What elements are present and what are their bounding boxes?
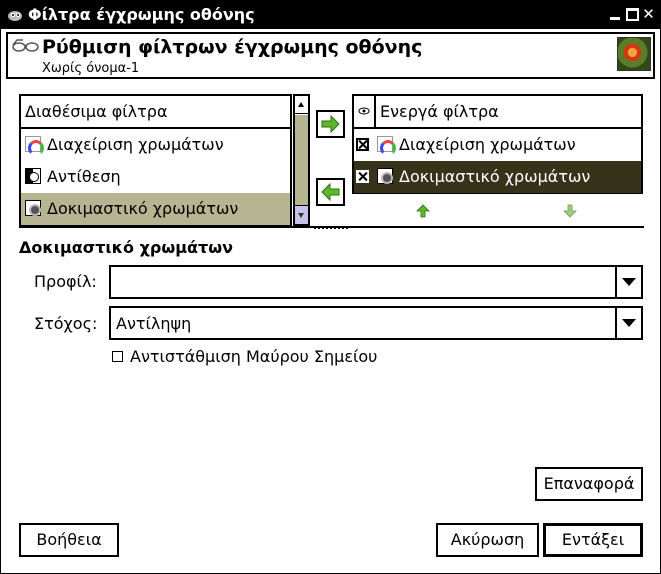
maximize-button[interactable] [626, 8, 639, 21]
close-button[interactable]: ✕ [642, 7, 655, 22]
image-thumbnail [617, 37, 651, 71]
scroll-thumb[interactable] [295, 115, 308, 205]
list-item-label: Δοκιμαστικό χρωμάτων [399, 167, 591, 186]
proof-icon [25, 200, 41, 216]
arrow-right-icon [321, 114, 340, 134]
list-item-selected[interactable]: Δοκιμαστικό χρωμάτων [21, 193, 290, 225]
available-filters-list[interactable]: Διαθέσιμα φίλτρα Διαχείριση χρωμάτων Αντ… [19, 94, 292, 226]
move-up-icon[interactable] [416, 204, 430, 218]
list-item-label: Δοκιμαστικό χρωμάτων [47, 199, 239, 218]
intent-select[interactable]: Αντίληψη [109, 306, 643, 340]
chevron-down-icon[interactable] [615, 308, 641, 338]
contrast-icon [25, 168, 41, 184]
list-item-label: Διαχείριση χρωμάτων [399, 135, 576, 154]
active-filters-heading[interactable]: Ενεργά φίλτρα [376, 102, 499, 121]
scroll-up-arrow[interactable] [295, 96, 308, 114]
enabled-checkbox[interactable] [356, 170, 369, 183]
add-filter-button[interactable] [316, 110, 345, 138]
dialog-window: Φίλτρα έγχρωμης οθόνης ✕ Ρύθμιση φίλτρων… [0, 0, 661, 574]
list-item[interactable]: Διαχείριση χρωμάτων [21, 129, 290, 161]
available-filters-heading[interactable]: Διαθέσιμα φίλτρα [21, 96, 290, 129]
window-title: Φίλτρα έγχρωμης οθόνης [28, 5, 255, 24]
eye-icon[interactable] [354, 96, 376, 127]
list-item-selected[interactable]: Δοκιμαστικό χρωμάτων [354, 161, 641, 193]
cancel-button[interactable]: Ακύρωση [436, 523, 539, 557]
list-item-label: Διαχείριση χρωμάτων [47, 135, 224, 154]
pane-resize-grip[interactable] [314, 227, 348, 231]
move-down-icon[interactable] [563, 204, 577, 218]
color-management-icon [25, 136, 44, 156]
profile-label: Προφίλ: [34, 272, 97, 291]
ok-button[interactable]: Εντάξει [543, 523, 643, 557]
minimize-button[interactable] [609, 8, 622, 21]
chevron-down-icon[interactable] [615, 267, 641, 297]
intent-value: Αντίληψη [116, 314, 192, 333]
black-point-compensation-checkbox[interactable] [112, 351, 123, 362]
list-item[interactable]: Διαχείριση χρωμάτων [354, 129, 641, 161]
glasses-icon [12, 39, 39, 52]
remove-filter-button[interactable] [316, 178, 345, 206]
list-item-label: Αντίθεση [47, 167, 121, 186]
intent-label: Στόχος: [34, 314, 98, 333]
profile-select[interactable] [109, 265, 643, 299]
scroll-down-arrow[interactable] [295, 205, 308, 224]
proof-icon [377, 168, 393, 184]
enabled-checkbox[interactable] [356, 138, 369, 151]
active-filters-list[interactable]: Ενεργά φίλτρα Διαχείριση χρωμάτων Δοκιμα… [352, 94, 643, 194]
title-bar[interactable]: Φίλτρα έγχρωμης οθόνης ✕ [1, 1, 660, 29]
gimp-icon [8, 11, 22, 21]
color-management-icon [377, 136, 396, 156]
list-item[interactable]: Αντίθεση [21, 161, 290, 193]
dialog-header: Ρύθμιση φίλτρων έγχρωμης οθόνης Χωρίς όν… [6, 32, 655, 79]
black-point-compensation-label[interactable]: Αντιστάθμιση Μαύρου Σημείου [130, 347, 377, 366]
header-subtitle: Χωρίς όνομα-1 [42, 61, 140, 76]
active-filters-header: Ενεργά φίλτρα [354, 96, 641, 129]
reset-button[interactable]: Επαναφορά [535, 467, 643, 501]
available-filters-scrollbar[interactable] [293, 94, 310, 226]
section-title: Δοκιμαστικό χρωμάτων [19, 238, 234, 257]
header-title: Ρύθμιση φίλτρων έγχρωμης οθόνης [42, 36, 423, 58]
help-button[interactable]: Βοήθεια [19, 523, 119, 557]
arrow-left-icon [321, 182, 340, 202]
